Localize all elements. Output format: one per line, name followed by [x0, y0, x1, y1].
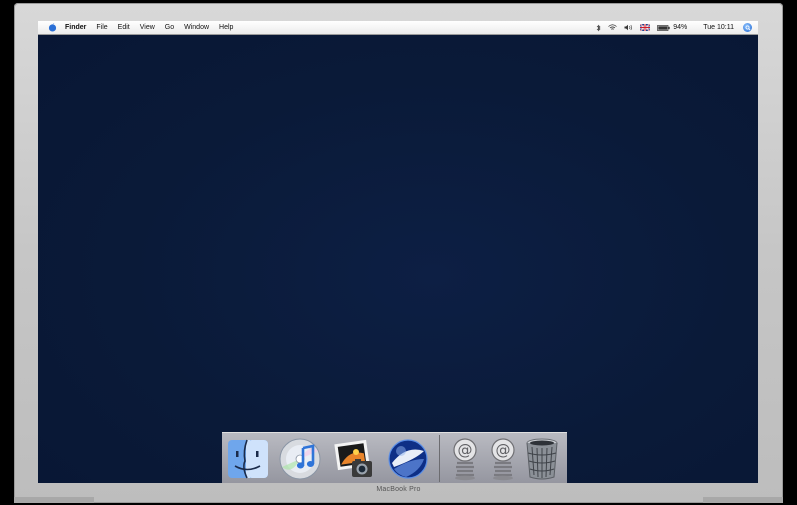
dock-separator	[439, 435, 440, 482]
battery-icon[interactable]	[657, 24, 670, 31]
wifi-icon[interactable]	[608, 24, 617, 31]
at-spring-icon[interactable]: @	[481, 437, 525, 481]
menu-edit[interactable]: Edit	[118, 21, 130, 34]
menu-help[interactable]: Help	[219, 21, 233, 34]
menu-window[interactable]: Window	[184, 21, 209, 34]
menu-go[interactable]: Go	[165, 21, 174, 34]
menu-file[interactable]: File	[96, 21, 107, 34]
battery-percent: 94%	[673, 24, 688, 31]
iphoto-icon[interactable]	[332, 437, 376, 481]
trash-icon[interactable]	[520, 437, 564, 481]
finder-icon[interactable]	[226, 437, 270, 481]
svg-text:@: @	[458, 441, 473, 459]
spotlight-icon[interactable]	[743, 23, 752, 32]
svg-text:@: @	[496, 441, 511, 459]
bluetooth-icon[interactable]	[596, 24, 601, 32]
menu-finder[interactable]: Finder	[65, 21, 86, 34]
menu-view[interactable]: View	[140, 21, 155, 34]
itunes-icon[interactable]	[278, 437, 322, 481]
screen: Finder File Edit View Go Window Help 94%…	[38, 21, 758, 483]
clock[interactable]: Tue 10:11	[703, 21, 734, 34]
apple-icon[interactable]	[48, 23, 57, 32]
volume-icon[interactable]	[624, 24, 633, 31]
menu-bar: Finder File Edit View Go Window Help 94%…	[38, 21, 758, 35]
google-earth-icon[interactable]	[386, 437, 430, 481]
uk-flag-icon[interactable]	[640, 24, 651, 31]
dock: @ @	[222, 432, 567, 483]
device-label: MacBook Pro	[376, 486, 421, 493]
